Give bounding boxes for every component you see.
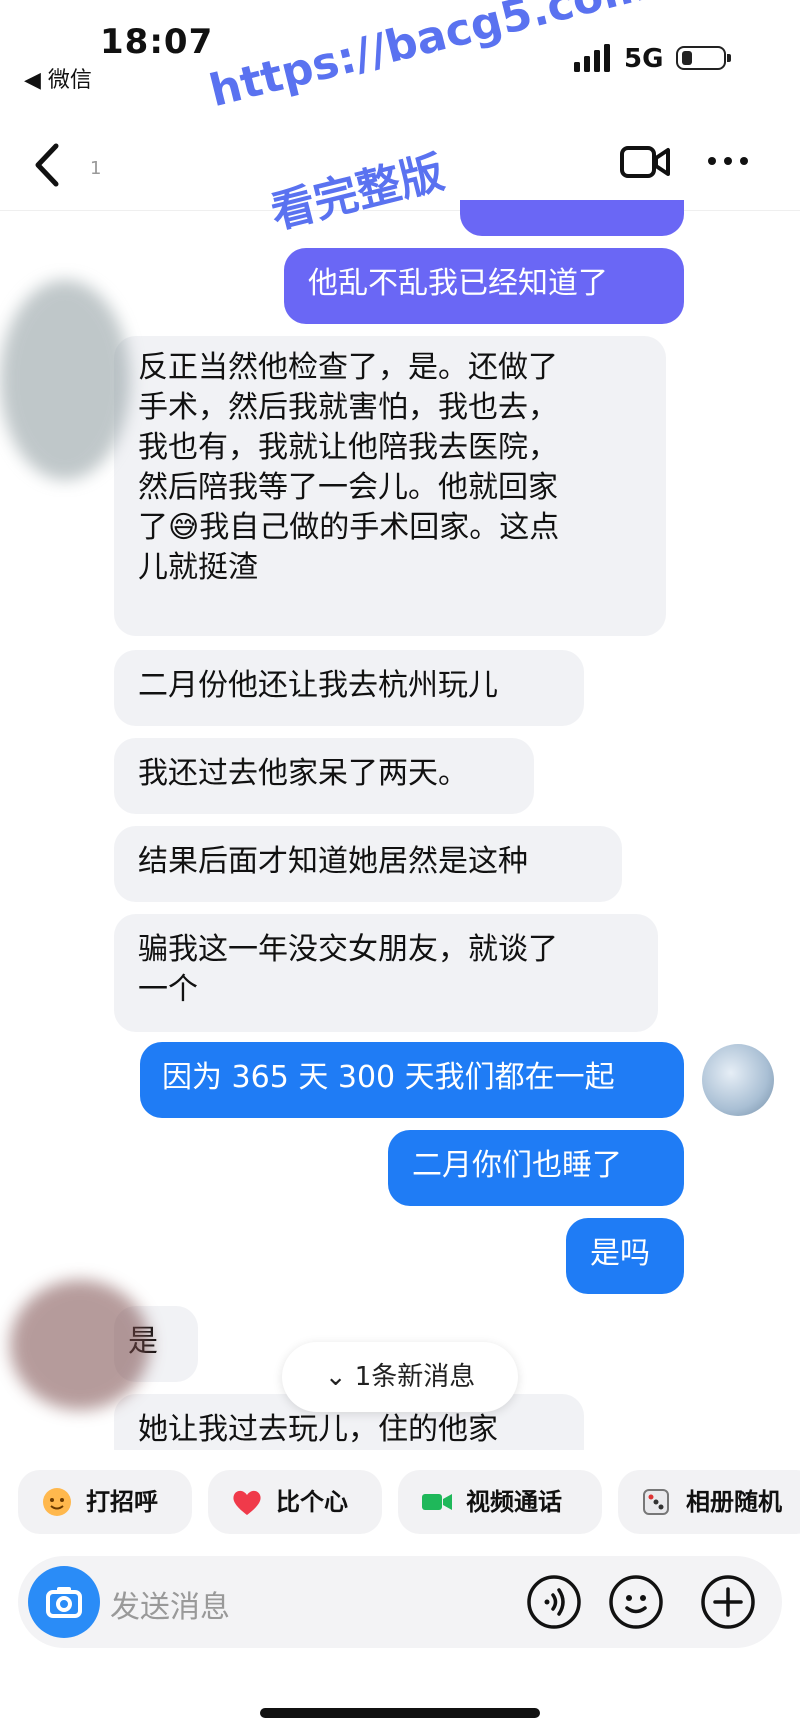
message-bubble[interactable]: 因为 365 天 300 天我们都在一起 bbox=[140, 1042, 684, 1118]
quick-action-label: 比个心 bbox=[276, 1488, 348, 1516]
message-text-line: 了😅我自己做的手术回家。这点 bbox=[138, 510, 560, 545]
battery-icon bbox=[676, 46, 731, 70]
quick-action-video-call[interactable]: 视频通话 bbox=[398, 1470, 602, 1534]
message-text-line: 手术，然后我就害怕，我也去， bbox=[138, 390, 558, 425]
message-text: 二月你们也睡了 bbox=[412, 1148, 622, 1183]
new-message-indicator[interactable]: ⌄ 1条新消息 bbox=[282, 1342, 518, 1412]
quick-action-heart[interactable]: 比个心 bbox=[208, 1470, 382, 1534]
message-list[interactable]: 他乱不乱我已经知道了 反正当然他检查了，是。还做了 手术，然后我就害怕，我也去，… bbox=[0, 200, 800, 1450]
message-text: 因为 365 天 300 天我们都在一起 bbox=[162, 1060, 615, 1095]
message-bubble[interactable]: 骗我这一年没交女朋友，就谈了 一个 bbox=[114, 914, 658, 1032]
camera-icon bbox=[46, 1587, 82, 1618]
plus-icon[interactable] bbox=[700, 1574, 756, 1630]
quick-actions-bar: 打招呼 比个心 视频通话 相册随机 bbox=[0, 1460, 800, 1550]
dice-icon bbox=[643, 1489, 669, 1515]
blurred-avatar bbox=[0, 280, 130, 480]
message-text-line: 儿就挺渣 bbox=[138, 550, 258, 585]
message-input-bar: 发送消息 bbox=[18, 1556, 782, 1648]
emoji-icon[interactable] bbox=[608, 1574, 664, 1630]
message-text-line: 然后陪我等了一会儿。他就回家 bbox=[138, 470, 558, 505]
message-bubble[interactable]: 二月你们也睡了 bbox=[388, 1130, 684, 1206]
message-text-line: 反正当然他检查了，是。还做了 bbox=[138, 350, 558, 385]
blurred-avatar bbox=[10, 1280, 150, 1410]
quick-action-label: 打招呼 bbox=[86, 1488, 158, 1516]
quick-action-greet[interactable]: 打招呼 bbox=[18, 1470, 192, 1534]
quick-action-random-album[interactable]: 相册随机 bbox=[618, 1470, 800, 1534]
signal-icon bbox=[574, 44, 610, 72]
message-text: 我还过去他家呆了两天。 bbox=[138, 756, 468, 791]
unread-count: 1 bbox=[90, 158, 102, 179]
voice-icon[interactable] bbox=[526, 1574, 582, 1630]
video-camera-icon[interactable] bbox=[620, 142, 670, 182]
camera-button[interactable] bbox=[28, 1566, 100, 1638]
message-text: 二月份他还让我去杭州玩儿 bbox=[138, 668, 498, 703]
message-bubble[interactable]: 二月份他还让我去杭州玩儿 bbox=[114, 650, 584, 726]
chat-header: 1 bbox=[0, 120, 800, 211]
message-bubble[interactable]: 反正当然他检查了，是。还做了 手术，然后我就害怕，我也去， 我也有，我就让他陪我… bbox=[114, 336, 666, 636]
message-bubble[interactable]: 我还过去他家呆了两天。 bbox=[114, 738, 534, 814]
status-time: 18:07 bbox=[100, 22, 214, 62]
video-call-icon bbox=[422, 1494, 452, 1510]
heart-icon bbox=[233, 1490, 261, 1515]
wave-emoji-icon bbox=[43, 1488, 71, 1516]
message-text: 她让我过去玩儿，住的他家 bbox=[138, 1412, 498, 1447]
more-dots-icon[interactable] bbox=[706, 146, 750, 176]
quick-action-label: 相册随机 bbox=[686, 1488, 782, 1516]
back-chevron-icon[interactable] bbox=[28, 140, 68, 190]
message-text-line: 骗我这一年没交女朋友，就谈了 bbox=[138, 932, 558, 967]
back-to-app-link[interactable]: ◀ 微信 bbox=[24, 62, 92, 94]
message-input[interactable]: 发送消息 bbox=[110, 1582, 230, 1626]
message-text-line: 一个 bbox=[138, 972, 198, 1007]
home-indicator[interactable] bbox=[260, 1708, 540, 1718]
message-bubble[interactable]: 他乱不乱我已经知道了 bbox=[284, 248, 684, 324]
avatar[interactable] bbox=[702, 1044, 774, 1116]
message-text: 他乱不乱我已经知道了 bbox=[308, 266, 608, 301]
message-bubble[interactable]: 是吗 bbox=[566, 1218, 684, 1294]
message-text: 是吗 bbox=[590, 1236, 650, 1271]
message-text-line: 我也有，我就让他陪我去医院， bbox=[138, 430, 558, 465]
quick-action-label: 视频通话 bbox=[466, 1488, 562, 1516]
message-bubble-partial bbox=[460, 200, 684, 236]
network-type: 5G bbox=[624, 44, 664, 74]
status-bar: 18:07 ◀ 微信 5G bbox=[0, 0, 800, 100]
message-bubble[interactable]: 结果后面才知道她居然是这种 bbox=[114, 826, 622, 902]
message-text: 结果后面才知道她居然是这种 bbox=[138, 844, 528, 879]
